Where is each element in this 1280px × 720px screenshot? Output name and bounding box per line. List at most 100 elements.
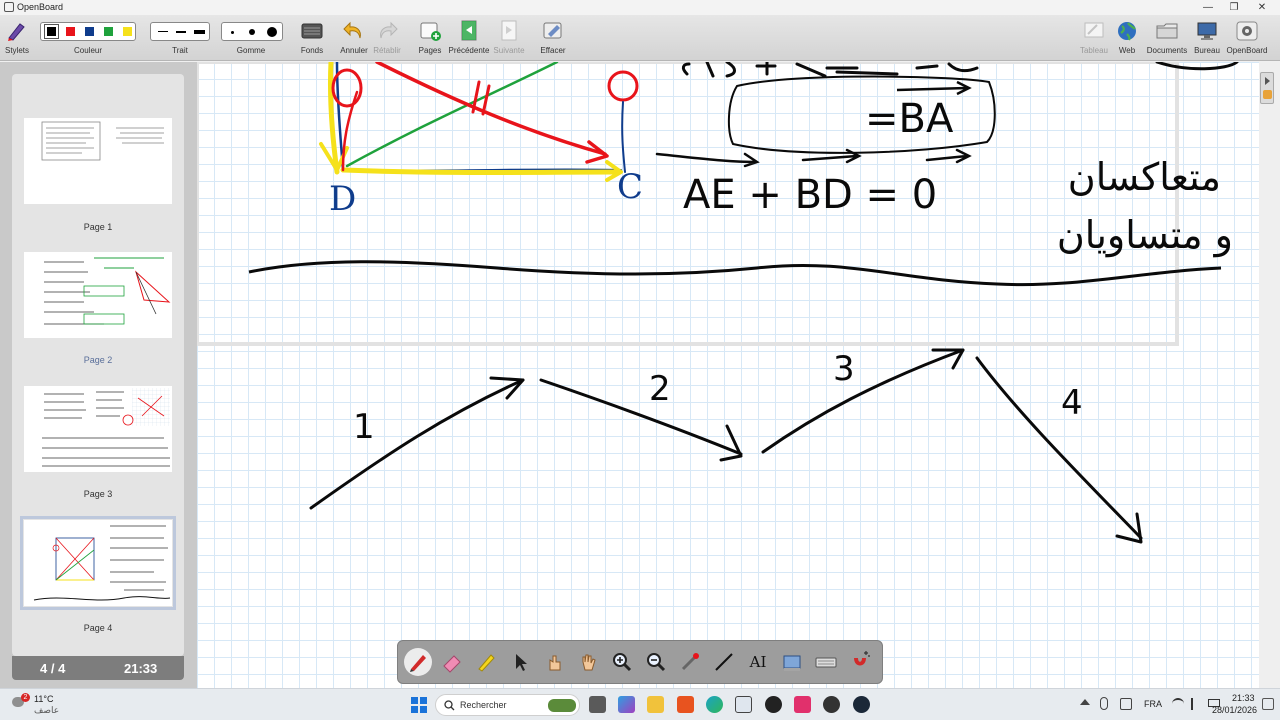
wifi-icon[interactable] [1172,698,1184,710]
copilot-icon[interactable] [618,696,635,713]
page-label: Page 1 [83,222,113,232]
taskbar-search[interactable]: Rechercher [435,694,580,716]
marker-tool[interactable] [472,648,500,676]
start-button[interactable] [411,697,427,713]
page-counter: 4 / 4 [40,661,66,676]
window-title: OpenBoard [17,2,64,12]
color-picker-group: Couleur [38,15,138,61]
trait-label: Trait [172,46,188,55]
line-width-picker[interactable] [150,22,210,41]
selector-tool[interactable] [506,648,534,676]
capture-tool[interactable] [778,648,806,676]
hand-icon [582,654,596,671]
globe-icon [1118,22,1136,41]
chevron-up-icon[interactable] [1080,699,1090,705]
zoom-out-icon [647,653,666,672]
ba-text: =BA [865,96,954,142]
file-explorer-icon[interactable] [647,696,664,713]
sidebar-clock: 21:33 [124,661,158,676]
pen-tool[interactable] [404,648,432,676]
minimize-button[interactable]: — [1194,0,1222,15]
previous-page-icon [461,20,477,41]
text-tool[interactable]: AI [744,648,772,676]
rectangle-figure [319,62,639,182]
taskbar-time[interactable]: 21:33 [1232,693,1255,703]
language-indicator[interactable]: FRA [1144,699,1162,709]
arabic-text-equal: و متساويان [1057,213,1233,258]
right-gutter [1259,62,1280,688]
openboard-taskbar-icon[interactable] [735,696,752,713]
color-yellow-swatch[interactable] [123,27,132,36]
brave-icon[interactable] [677,696,694,713]
interact-tool[interactable] [540,648,568,676]
next-page-button[interactable]: Suivante [493,15,525,61]
openboard-window: OpenBoard — ❐ ✕ Stylets Couleur Trait Go… [0,0,1280,720]
page-thumbnail[interactable] [20,516,176,610]
color-green-swatch[interactable] [104,27,113,36]
page-thumbnail[interactable] [24,118,172,204]
gomme-label: Gomme [236,46,266,55]
obs-icon[interactable] [823,696,840,713]
color-red-swatch[interactable] [66,27,75,36]
color-picker [40,22,136,41]
eraser-size-picker[interactable] [221,22,283,41]
magnet-tool[interactable] [846,648,874,676]
steam-icon[interactable] [853,696,870,713]
page-thumbnail[interactable] [24,386,172,472]
tool-palette: AI [397,640,883,684]
edge-icon[interactable] [706,696,723,713]
vector-equation: AE + BD = 0 [683,172,937,218]
github-icon[interactable] [765,696,782,713]
tiktok-icon[interactable] [794,696,811,713]
close-button[interactable]: ✕ [1248,0,1276,15]
page-label: Page 4 [83,623,113,633]
magnet-icon [854,651,870,666]
notification-badge: 2 [21,693,30,702]
wave-separator [248,260,1222,287]
next-page-icon [501,20,517,41]
zoom-in-tool[interactable] [608,648,636,676]
whiteboard-canvas[interactable]: D C =BA AE + BD = 0 متعاكسان و متساويان … [197,62,1259,688]
hand-tool[interactable] [574,648,602,676]
zoom-in-icon [613,653,632,672]
stylets-button[interactable]: Stylets [0,15,34,61]
zoom-out-tool[interactable] [642,648,670,676]
partial-equation [681,62,1239,78]
notifications-icon[interactable] [1262,698,1274,710]
weather-condition: عاصف [34,705,60,715]
keyboard-tool[interactable] [812,648,840,676]
library-icon [1263,90,1272,99]
clear-button[interactable]: Effacer [538,15,568,61]
page-thumbnail[interactable] [24,252,172,338]
eraser-tool[interactable] [438,648,466,676]
eraser-size-group: Gomme [219,15,283,61]
color-black-swatch[interactable] [45,25,58,38]
chevron-right-icon [1265,77,1270,85]
desktop-icon [1197,22,1217,40]
openboard-menu-button[interactable]: OpenBoard [1227,15,1267,61]
line-icon [715,653,733,671]
eraser-icon [443,655,461,673]
library-panel-handle[interactable] [1260,72,1274,104]
page-thumbnails-panel: Page 1 Page 2 Page 3 Page 4 [12,74,184,656]
volume-icon[interactable] [1191,698,1202,710]
redo-icon [380,21,398,39]
pen-input-icon[interactable] [1120,698,1132,710]
color-blue-swatch[interactable] [85,27,94,36]
redo-button[interactable]: Rétablir [373,15,401,61]
taskbar-date[interactable]: 28/01/2026 [1212,705,1257,715]
openboard-label: OpenBoard [1226,46,1268,55]
laser-pointer-tool[interactable] [676,648,704,676]
folder-icon [1156,23,1178,39]
page-label: Page 2 [83,355,113,365]
microphone-icon[interactable] [1100,697,1108,710]
sidebar-footer: 4 / 4 21:33 [12,656,184,680]
temperature: 11°C [34,694,54,704]
page-label: Page 3 [83,489,113,499]
line-tool[interactable] [710,648,738,676]
task-view-icon[interactable] [589,696,606,713]
maximize-button[interactable]: ❐ [1220,0,1248,15]
board-icon [1084,22,1104,38]
add-page-icon [420,22,441,41]
vector-number-2: 2 [649,369,671,409]
